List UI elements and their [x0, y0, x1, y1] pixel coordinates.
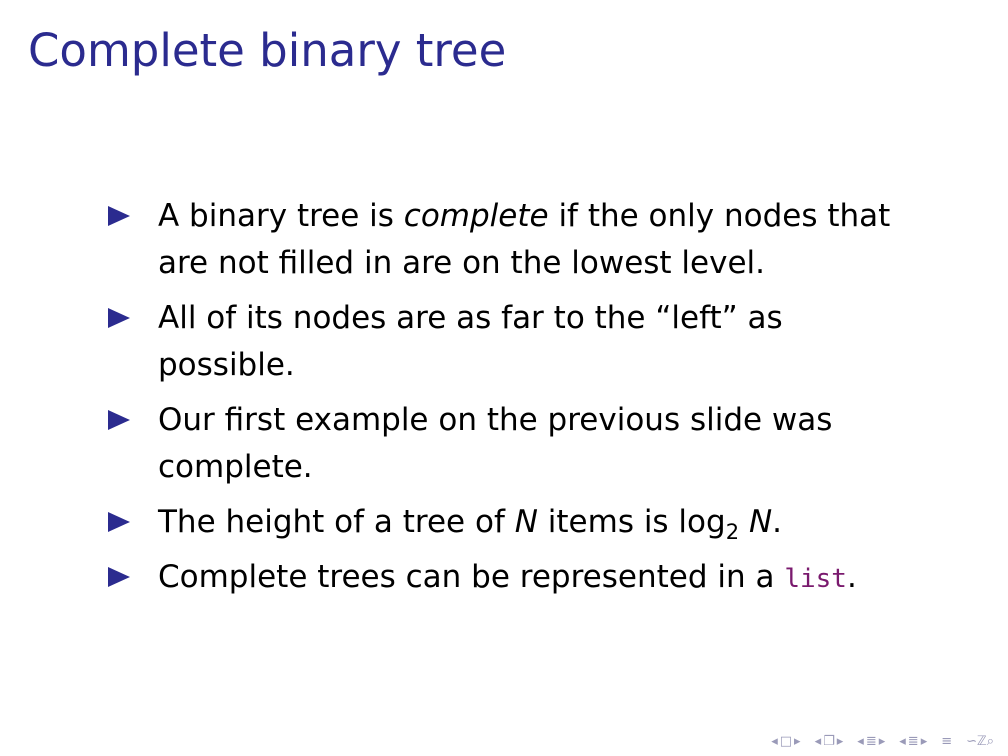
bullet-text: .: [846, 559, 857, 595]
nav-subsection-next-icon[interactable]: ▸: [837, 735, 844, 748]
nav-section-prev-icon[interactable]: ◂: [857, 735, 864, 748]
bullet-line: Complete trees can be represented in a l…: [158, 554, 968, 603]
bullet-list: A binary tree is complete if the only no…: [108, 193, 968, 611]
bullet-line: A binary tree is complete if the only no…: [158, 193, 968, 240]
bullet-item: All of its nodes are as far to the “left…: [108, 295, 968, 389]
triangle-bullet-icon: [108, 206, 130, 226]
bullet-line: Our first example on the previous slide …: [158, 402, 833, 438]
nav-frame-icon[interactable]: □: [780, 735, 792, 748]
nav-section-next-icon[interactable]: ▸: [879, 735, 886, 748]
nav-align-group: ≡: [941, 735, 952, 748]
nav-section-group: ◂ ≣ ▸: [857, 735, 885, 748]
nav-frame-next-icon[interactable]: ▸: [794, 735, 801, 748]
triangle-bullet-icon: [108, 512, 130, 532]
bullet-text: if the only nodes that: [548, 198, 891, 234]
nav-frame-prev-icon[interactable]: ◂: [771, 735, 778, 748]
bullet-text: The height of a tree of: [158, 504, 515, 540]
nav-subsection-icon[interactable]: ❐: [823, 735, 835, 748]
bullet-item: Complete trees can be represented in a l…: [108, 554, 968, 603]
nav-align-icon[interactable]: ≡: [941, 735, 952, 748]
bullet-text: Complete trees can be represented in a: [158, 559, 785, 595]
nav-frame-group: ◂ □ ▸: [771, 735, 800, 748]
nav-subsection-prev-icon[interactable]: ◂: [815, 735, 822, 748]
nav-section-icon[interactable]: ≣: [866, 735, 877, 748]
triangle-bullet-icon: [108, 308, 130, 328]
bullet-item: A binary tree is complete if the only no…: [108, 193, 968, 287]
bullet-item: The height of a tree of N items is log2 …: [108, 499, 968, 546]
bullet-line: complete.: [158, 449, 313, 485]
nav-part-group: ◂ ≣ ▸: [899, 735, 927, 748]
math-variable: N: [748, 504, 773, 540]
bullet-line: possible.: [158, 347, 295, 383]
bullet-text: A binary tree is: [158, 198, 404, 234]
nav-part-icon[interactable]: ≣: [908, 735, 919, 748]
bullet-item: Our first example on the previous slide …: [108, 397, 968, 491]
math-space: [739, 504, 749, 540]
math-variable: N: [514, 504, 538, 540]
nav-search-icon[interactable]: ∽ℤ⌕: [966, 735, 994, 748]
bullet-text: .: [772, 504, 782, 540]
code-text: list: [784, 564, 847, 594]
nav-part-prev-icon[interactable]: ◂: [899, 735, 906, 748]
math-subscript: 2: [725, 520, 740, 544]
nav-subsection-group: ◂ ❐ ▸: [815, 735, 844, 748]
slide-title: Complete binary tree: [28, 24, 507, 77]
nav-part-next-icon[interactable]: ▸: [921, 735, 928, 748]
triangle-bullet-icon: [108, 410, 130, 430]
bullet-text: items is log: [537, 504, 726, 540]
navigation-bar: ◂ □ ▸ ◂ ❐ ▸ ◂ ≣ ▸ ◂ ≣ ▸ ≡ ∽ℤ⌕: [771, 735, 994, 748]
bullet-line: are not filled in are on the lowest leve…: [158, 245, 765, 281]
bullet-line: All of its nodes are as far to the “left…: [158, 300, 783, 336]
triangle-bullet-icon: [108, 567, 130, 587]
bullet-line: The height of a tree of N items is log2 …: [158, 499, 968, 546]
emphasis-text: complete: [403, 198, 549, 234]
